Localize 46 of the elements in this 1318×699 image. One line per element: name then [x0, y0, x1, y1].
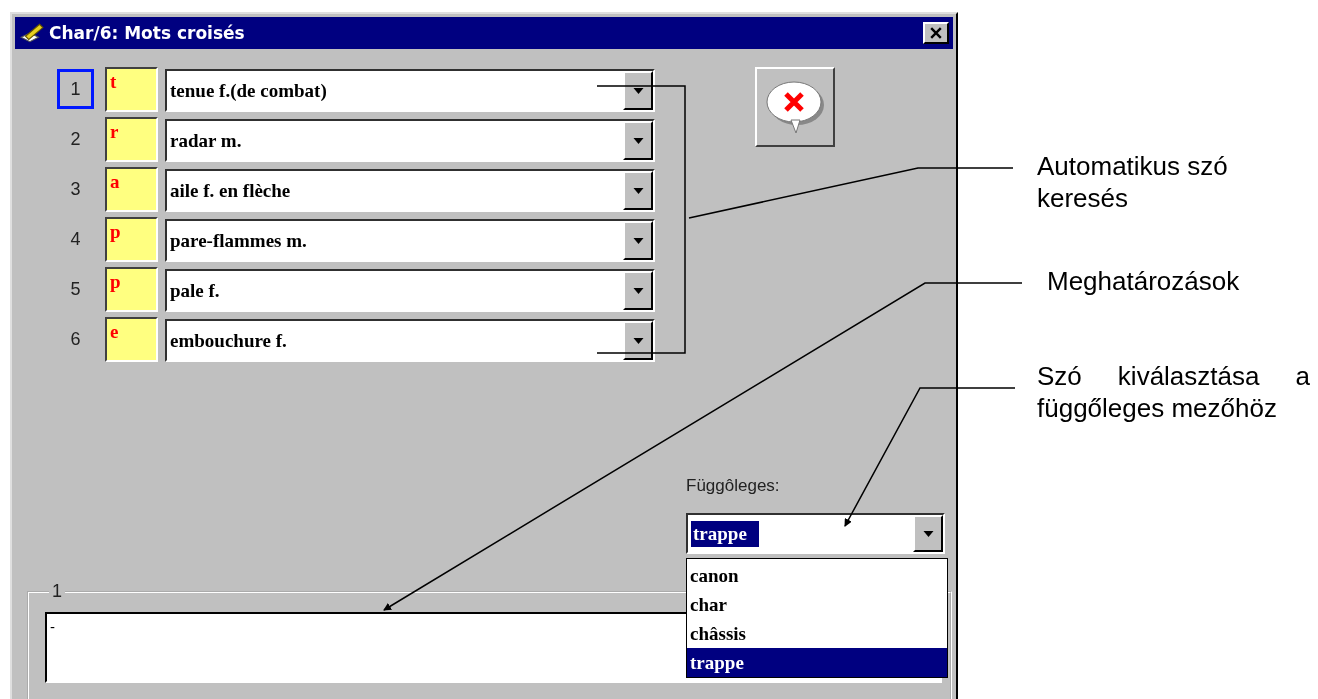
word-dropdown[interactable]: pale f. — [165, 269, 655, 312]
dropdown-button[interactable] — [623, 321, 653, 360]
annotation-text: Szó kiválasztása a függőleges mezőhöz — [1037, 360, 1310, 424]
word-dropdown[interactable]: aile f. en flèche — [165, 169, 655, 212]
caret-icon — [632, 237, 644, 244]
row-number[interactable]: 6 — [57, 319, 94, 359]
word-dropdown[interactable]: tenue f.(de combat) — [165, 69, 655, 112]
word-dropdown[interactable]: embouchure f. — [165, 319, 655, 362]
pencil-icon — [19, 22, 45, 44]
word-dropdown[interactable]: radar m. — [165, 119, 655, 162]
caret-icon — [632, 287, 644, 294]
caret-icon — [632, 137, 644, 144]
letter-field[interactable]: a — [105, 167, 158, 212]
letter-field[interactable]: e — [105, 317, 158, 362]
letter-field[interactable]: t — [105, 67, 158, 112]
row-number[interactable]: 1 — [57, 69, 94, 109]
dropdown-button[interactable] — [623, 171, 653, 210]
group-title: 1 — [51, 581, 63, 602]
caret-icon — [632, 87, 644, 94]
annotation-text: Meghatározások — [1047, 265, 1240, 297]
selected-value: trappe — [691, 520, 759, 547]
letter-field[interactable]: p — [105, 217, 158, 262]
close-icon — [930, 27, 942, 39]
row-number[interactable]: 5 — [57, 269, 94, 309]
caret-icon — [632, 337, 644, 344]
row-number[interactable]: 2 — [57, 119, 94, 159]
row-number[interactable]: 3 — [57, 169, 94, 209]
vertical-label: Függôleges: — [686, 476, 781, 497]
row-number[interactable]: 4 — [57, 219, 94, 259]
dropdown-button[interactable] — [623, 71, 653, 110]
letter-field[interactable]: r — [105, 117, 158, 162]
caret-icon — [922, 530, 934, 537]
dropdown-button[interactable] — [913, 515, 943, 552]
caret-icon — [632, 187, 644, 194]
dropdown-button[interactable] — [623, 221, 653, 260]
vertical-dropdown[interactable]: trappe — [686, 513, 945, 554]
word-dropdown[interactable]: pare-flammes m. — [165, 219, 655, 262]
letter-field[interactable]: p — [105, 267, 158, 312]
dropdown-button[interactable] — [623, 271, 653, 310]
window-title: Char/6: Mots croisés — [49, 23, 246, 43]
dropdown-option[interactable]: canon — [687, 561, 947, 590]
dropdown-button[interactable] — [623, 121, 653, 160]
annotation-text: Automatikus szó keresés — [1037, 150, 1229, 214]
dropdown-option[interactable]: trappe — [687, 648, 947, 677]
cancel-button[interactable] — [755, 67, 835, 147]
close-button[interactable] — [923, 22, 949, 44]
